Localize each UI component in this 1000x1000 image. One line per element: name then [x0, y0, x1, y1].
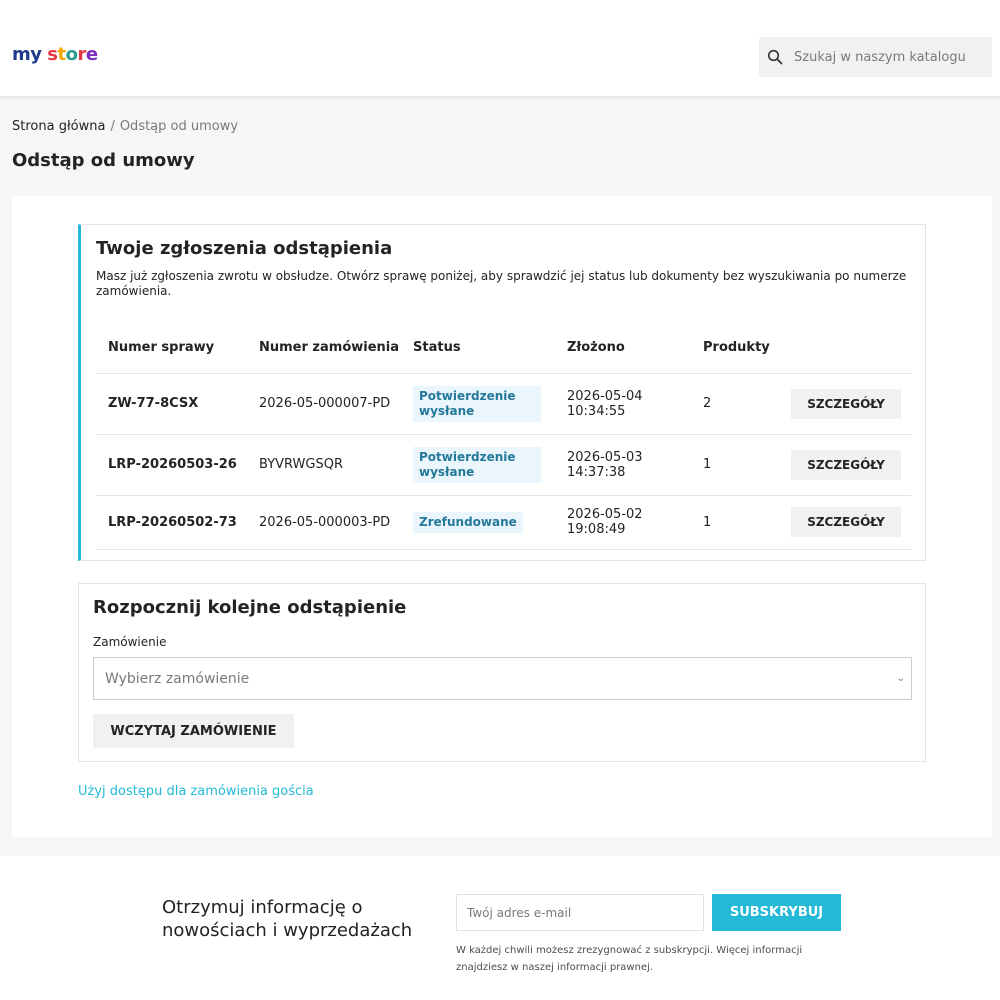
new-withdrawal-panel: Rozpocznij kolejne odstąpienie Zamówieni…	[78, 583, 926, 762]
action-cell: SZCZEGÓŁY	[779, 372, 911, 434]
products-count: 1	[691, 494, 779, 550]
table-row: LRP-20260503-26 BYVRWGSQR Potwierdzenie …	[96, 433, 911, 495]
order-select-value: Wybierz zamówienie	[105, 670, 250, 687]
order-number: 2026-05-000007-PD	[247, 372, 401, 434]
breadcrumb-home[interactable]: Strona główna	[12, 119, 105, 134]
status-badge: Potwierdzenie wysłane	[413, 446, 541, 483]
submitted-date: 2026-05-02 19:08:49	[555, 494, 691, 550]
details-button[interactable]: SZCZEGÓŁY	[791, 507, 901, 537]
page-title: Odstąp od umowy	[12, 150, 195, 171]
chevron-down-icon: ⌄	[896, 673, 905, 684]
requests-table: Numer sprawy Numer zamówienia Status Zło…	[96, 323, 911, 550]
order-field-label: Zamówienie	[93, 635, 167, 649]
status-cell: Zrefundowane	[401, 494, 555, 550]
breadcrumb-current: Odstąp od umowy	[119, 119, 239, 134]
case-number: LRP-20260503-26	[96, 433, 247, 495]
submitted-date: 2026-05-03 14:37:38	[555, 433, 691, 495]
status-cell: Potwierdzenie wysłane	[401, 372, 555, 434]
subscribe-button[interactable]: SUBSKRYBUJ	[712, 894, 841, 931]
logo-letter: e	[85, 44, 98, 65]
products-count: 2	[691, 372, 779, 434]
order-number: 2026-05-000003-PD	[247, 494, 401, 550]
case-number: LRP-20260502-73	[96, 494, 247, 550]
requests-title: Twoje zgłoszenia odstąpienia	[96, 238, 393, 259]
products-count: 1	[691, 433, 779, 495]
column-header: Status	[413, 340, 461, 356]
case-number: ZW-77-8CSX	[96, 372, 247, 434]
guest-order-link[interactable]: Użyj dostępu dla zamówienia gościa	[78, 784, 314, 799]
search-icon[interactable]	[767, 49, 783, 65]
newsletter-footer: Otrzymuj informację o nowościach i wyprz…	[0, 856, 1000, 1000]
withdrawal-requests-panel: Twoje zgłoszenia odstąpienia Masz już zg…	[78, 224, 926, 561]
load-order-button[interactable]: WCZYTAJ ZAMÓWIENIE	[93, 714, 294, 748]
submitted-date: 2026-05-04 10:34:55	[555, 372, 691, 434]
order-number: BYVRWGSQR	[247, 433, 401, 495]
status-cell: Potwierdzenie wysłane	[401, 433, 555, 495]
logo-letter: t	[57, 44, 67, 65]
store-logo[interactable]: my store	[12, 44, 98, 65]
order-select[interactable]: Wybierz zamówienie ⌄	[93, 657, 912, 700]
requests-description: Masz już zgłoszenia zwrotu w obsłudze. O…	[96, 269, 907, 298]
status-badge: Potwierdzenie wysłane	[413, 385, 541, 422]
logo-letter: m	[12, 44, 31, 65]
new-withdrawal-title: Rozpocznij kolejne odstąpienie	[93, 597, 407, 618]
column-header: Złożono	[567, 340, 625, 356]
column-header	[779, 323, 911, 373]
search-bar[interactable]	[759, 37, 992, 77]
logo-letter: o	[65, 44, 78, 65]
search-input[interactable]	[794, 49, 984, 65]
logo-letter: s	[47, 44, 58, 65]
table-row: LRP-20260502-73 2026-05-000003-PD Zrefun…	[96, 494, 911, 550]
breadcrumb: Strona główna / Odstąp od umowy	[12, 119, 238, 134]
details-button[interactable]: SZCZEGÓŁY	[791, 388, 901, 419]
newsletter-title: Otrzymuj informację o nowościach i wyprz…	[162, 897, 413, 941]
email-field[interactable]	[456, 894, 704, 931]
site-header: my store	[0, 0, 1000, 96]
column-header: Numer zamówienia	[259, 340, 400, 356]
newsletter-legal-text: W każdej chwili możesz zrezygnować z sub…	[456, 945, 803, 973]
action-cell: SZCZEGÓŁY	[779, 494, 911, 550]
column-header: Numer sprawy	[108, 340, 215, 356]
main-content-card: Twoje zgłoszenia odstąpienia Masz już zg…	[12, 196, 992, 837]
status-badge: Zrefundowane	[413, 511, 523, 533]
action-cell: SZCZEGÓŁY	[779, 433, 911, 495]
details-button[interactable]: SZCZEGÓŁY	[791, 449, 901, 480]
breadcrumb-separator: /	[110, 119, 115, 134]
logo-letter: y	[30, 44, 42, 65]
table-row: ZW-77-8CSX 2026-05-000007-PD Potwierdzen…	[96, 372, 911, 434]
column-header: Produkty	[703, 340, 770, 356]
table-header-row: Numer sprawy Numer zamówienia Status Zło…	[96, 323, 911, 373]
logo-letter: r	[77, 44, 86, 65]
